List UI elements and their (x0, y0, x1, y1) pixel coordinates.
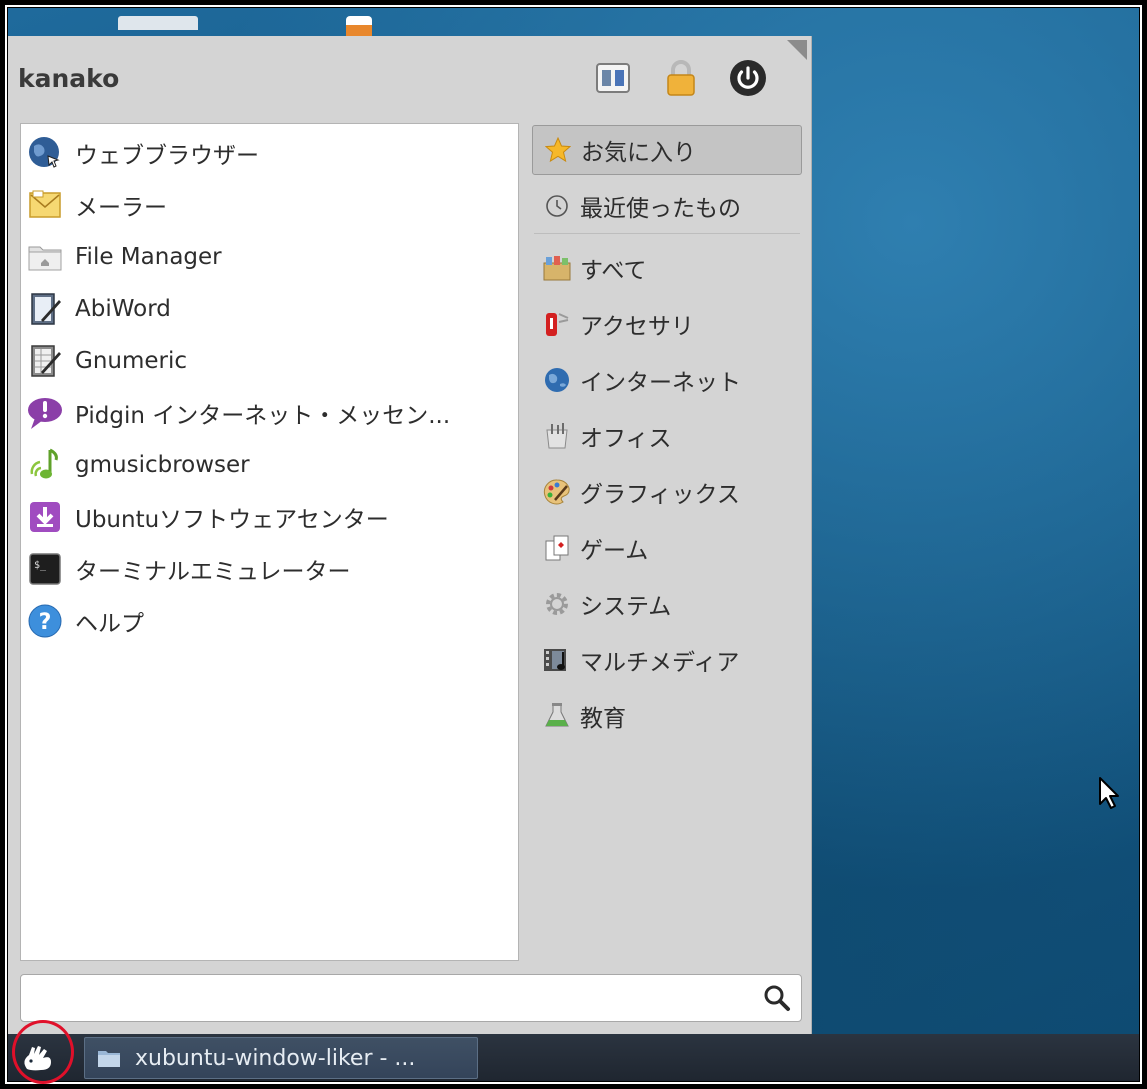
category-system[interactable]: システム (532, 579, 802, 629)
resize-corner-icon[interactable] (787, 40, 807, 60)
app-label: gmusicbrowser (75, 452, 250, 478)
category-label: ゲーム (580, 538, 649, 564)
username-label: kanako (18, 64, 120, 93)
category-separator (534, 233, 800, 234)
search-box (20, 974, 802, 1022)
category-label: グラフィックス (580, 482, 740, 508)
all-apps-icon (542, 253, 572, 283)
category-label: お気に入り (581, 140, 696, 166)
category-list: お気に入り 最近使ったもの すべて アクセサリ インターネット オフィス グラフ… (532, 123, 802, 959)
app-item-abiword[interactable]: AbiWord (21, 284, 518, 334)
app-label: ウェブブラウザー (75, 143, 259, 169)
mouse-cursor-icon (1099, 777, 1119, 809)
games-icon (542, 533, 572, 563)
category-label: システム (580, 594, 672, 620)
search-icon[interactable] (763, 984, 791, 1012)
app-label: Pidgin インターネット・メッセン... (75, 403, 451, 429)
category-label: 教育 (580, 706, 626, 732)
power-icon (730, 60, 766, 96)
app-label: メーラー (75, 195, 167, 221)
lock-screen-button[interactable] (661, 58, 701, 98)
category-label: インターネット (580, 370, 741, 396)
favorites-app-list: ウェブブラウザー メーラー File Manager AbiWord Gnume… (20, 123, 519, 961)
category-games[interactable]: ゲーム (532, 523, 802, 573)
abiword-icon (27, 291, 63, 327)
help-icon: ? (27, 603, 63, 639)
svg-text:?: ? (39, 610, 52, 635)
desktop-icon-partial[interactable] (118, 16, 198, 30)
switch-user-button[interactable] (593, 58, 633, 98)
category-favorites[interactable]: お気に入り (532, 125, 802, 175)
category-label: アクセサリ (580, 314, 694, 340)
office-icon (542, 421, 572, 451)
app-item-help[interactable]: ? ヘルプ (21, 596, 518, 646)
file-manager-icon (27, 239, 63, 275)
app-item-mail[interactable]: メーラー (21, 180, 518, 230)
app-label: ヘルプ (75, 611, 144, 637)
app-item-gmusicbrowser[interactable]: gmusicbrowser (21, 440, 518, 490)
folder-icon (98, 1051, 120, 1067)
music-icon (27, 447, 63, 483)
app-item-gnumeric[interactable]: Gnumeric (21, 336, 518, 386)
applications-menu-button[interactable] (14, 1038, 62, 1078)
app-label: File Manager (75, 244, 222, 270)
category-label: すべて (580, 258, 647, 284)
app-item-web-browser[interactable]: ウェブブラウザー (21, 128, 518, 178)
web-browser-icon (27, 135, 63, 171)
gear-icon (542, 589, 572, 619)
category-office[interactable]: オフィス (532, 411, 802, 461)
category-graphics[interactable]: グラフィックス (532, 467, 802, 517)
whisker-menu: kanako ウェブブラウザー メーラー File Manager AbiWor… (8, 36, 812, 1034)
gnumeric-icon (27, 343, 63, 379)
mail-icon (27, 187, 63, 223)
category-multimedia[interactable]: マルチメディア (532, 635, 802, 685)
pidgin-icon (27, 395, 63, 431)
app-label: Gnumeric (75, 348, 188, 374)
category-internet[interactable]: インターネット (532, 355, 802, 405)
category-label: オフィス (580, 426, 672, 452)
taskbar: xubuntu-window-liker - ... (8, 1020, 1139, 1084)
search-input[interactable] (29, 981, 753, 1015)
switch-user-icon (596, 63, 630, 93)
category-label: 最近使ったもの (580, 196, 741, 222)
palette-icon (542, 477, 572, 507)
education-icon (542, 701, 572, 731)
category-accessories[interactable]: アクセサリ (532, 299, 802, 349)
clock-icon (542, 191, 572, 221)
software-center-icon (27, 499, 63, 535)
app-item-pidgin[interactable]: Pidgin インターネット・メッセン... (21, 388, 518, 438)
lock-icon (667, 60, 695, 96)
app-item-file-manager[interactable]: File Manager (21, 232, 518, 282)
svg-text:$_: $_ (34, 560, 47, 571)
log-out-button[interactable] (728, 58, 768, 98)
terminal-icon: $_ (27, 551, 63, 587)
multimedia-icon (542, 645, 572, 675)
xfce-mouse-icon (24, 1046, 51, 1071)
app-label: ターミナルエミュレーター (75, 559, 351, 585)
app-item-terminal[interactable]: $_ ターミナルエミュレーター (21, 544, 518, 594)
desktop-icon-partial-2[interactable] (346, 16, 372, 38)
globe-icon (542, 365, 572, 395)
accessories-icon (542, 309, 572, 339)
app-label: AbiWord (75, 296, 171, 322)
taskbar-window-button[interactable]: xubuntu-window-liker - ... (84, 1037, 478, 1079)
taskbar-window-label: xubuntu-window-liker - ... (135, 1045, 416, 1071)
category-label: マルチメディア (580, 650, 740, 676)
category-recent[interactable]: 最近使ったもの (532, 181, 802, 231)
category-education[interactable]: 教育 (532, 691, 802, 741)
category-all[interactable]: すべて (532, 243, 802, 293)
app-label: Ubuntuソフトウェアセンター (75, 507, 389, 533)
app-item-software-center[interactable]: Ubuntuソフトウェアセンター (21, 492, 518, 542)
star-icon (543, 135, 573, 165)
